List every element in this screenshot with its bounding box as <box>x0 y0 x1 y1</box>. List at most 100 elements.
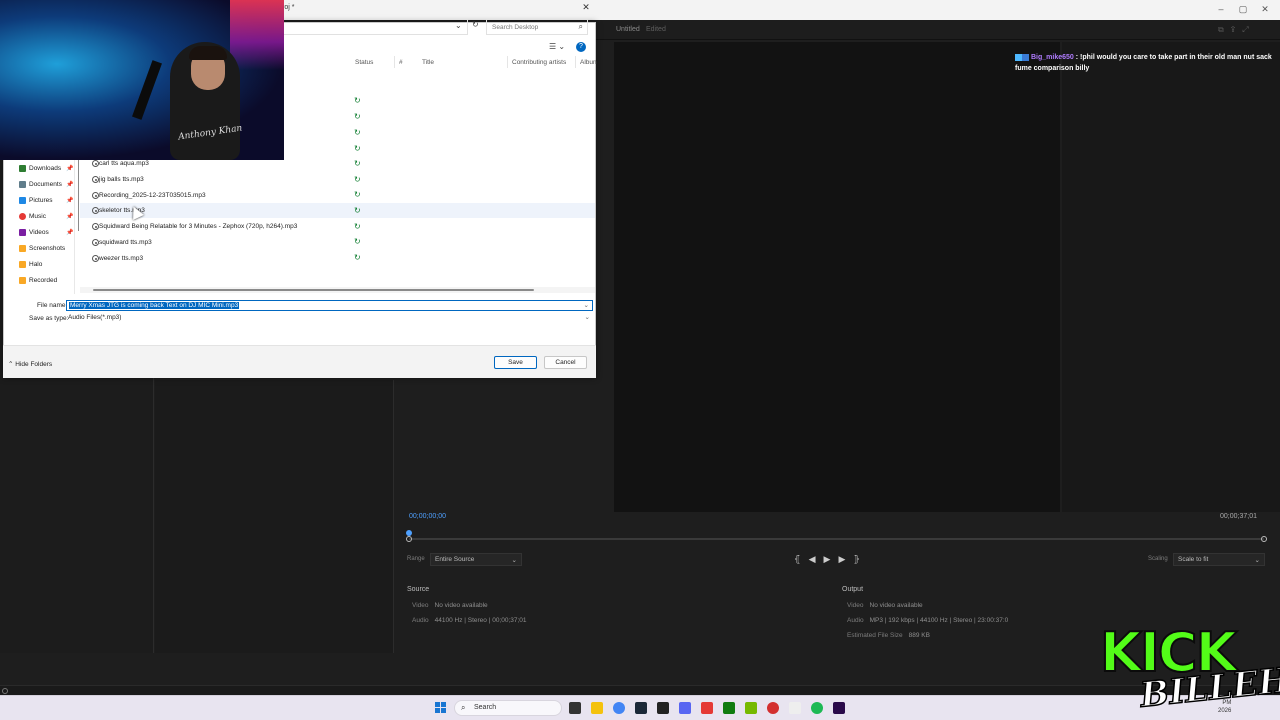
steam-icon[interactable] <box>635 702 647 714</box>
nav-item-label: Pictures <box>29 197 53 204</box>
app-red-icon[interactable] <box>701 702 713 714</box>
scaling-label: Scaling <box>1148 556 1168 562</box>
output-audio-value: MP3 | 192 kbps | 44100 Hz | Stereo | 23:… <box>869 617 1009 624</box>
file-name: jig balls tts.mp3 <box>99 176 144 183</box>
taskbar-search-label: Search <box>474 704 497 711</box>
save-type-select[interactable]: Audio Files(*.mp3) ⌄ <box>66 313 593 324</box>
nav-item-music[interactable]: Music <box>18 213 46 220</box>
help-icon[interactable]: ? <box>576 42 586 52</box>
chrome-icon[interactable] <box>613 702 625 714</box>
pin-icon[interactable]: 📌 <box>66 165 73 172</box>
audio-file-icon <box>92 160 99 167</box>
hide-folders-label: Hide Folders <box>15 361 53 368</box>
nav-item-documents[interactable]: Documents <box>18 181 62 188</box>
sync-status-icon: ↻ <box>354 222 361 231</box>
cancel-button[interactable]: Cancel <box>544 356 587 369</box>
mark-in-icon[interactable]: ⦃ <box>794 554 809 564</box>
audio-file-icon <box>92 255 99 262</box>
horizontal-scrollbar[interactable] <box>93 289 534 291</box>
chevron-down-icon[interactable]: ⌄ <box>584 301 589 309</box>
nvidia-icon[interactable] <box>745 702 757 714</box>
app-light-icon[interactable] <box>789 702 801 714</box>
windows-start-icon[interactable] <box>435 702 446 713</box>
scrub-track[interactable] <box>409 538 1264 540</box>
column-divider[interactable] <box>575 56 576 68</box>
range-dropdown[interactable]: Entire Source ⌄ <box>430 553 522 566</box>
hide-folders-toggle[interactable]: ⌃ Hide Folders <box>8 360 52 368</box>
nav-item-pictures[interactable]: Pictures <box>18 197 52 204</box>
nav-item-recorded[interactable]: Recorded <box>18 277 57 284</box>
column-title[interactable]: Title <box>422 59 434 66</box>
file-name: squidward tts.mp3 <box>99 239 152 246</box>
output-audio-row: Audio MP3 | 192 kbps | 44100 Hz | Stereo … <box>847 617 1008 624</box>
nav-item-label: Downloads <box>29 165 62 172</box>
task-view-icon[interactable] <box>569 702 581 714</box>
step-forward-icon[interactable]: ▶ <box>838 554 853 564</box>
file-name: carl tts aqua.mp3 <box>99 160 149 167</box>
nav-item-videos[interactable]: Videos <box>18 229 49 236</box>
maximize-icon[interactable]: ▢ <box>1232 2 1254 16</box>
pin-icon[interactable]: 📌 <box>66 181 73 188</box>
timecode-start[interactable]: 00;00;00;00 <box>409 513 446 520</box>
app-icon[interactable] <box>657 702 669 714</box>
file-row[interactable]: weezer tts.mp3 <box>80 251 595 266</box>
step-back-icon[interactable]: ◀ <box>809 554 824 564</box>
obs-icon[interactable] <box>767 702 779 714</box>
column-number[interactable]: # <box>399 59 403 66</box>
webcam-overlay: Anthony Khan <box>0 0 284 160</box>
out-point-handle[interactable] <box>1261 536 1267 542</box>
scaling-dropdown[interactable]: Scale to fit ⌄ <box>1173 553 1265 566</box>
videos-icon <box>19 229 26 236</box>
play-icon[interactable]: ▶ <box>824 554 839 564</box>
transport-controls[interactable]: ⦃◀▶▶⦄ <box>794 554 868 565</box>
column-album[interactable]: Albun <box>580 59 597 66</box>
column-contributing-artists[interactable]: Contributing artists <box>512 59 566 66</box>
pin-icon[interactable]: 📌 <box>66 213 73 220</box>
column-divider[interactable] <box>507 56 508 68</box>
search-input[interactable]: Search Desktop ⌕ <box>486 19 588 35</box>
audio-file-icon <box>92 239 99 246</box>
chevron-down-icon[interactable]: ⌄ <box>455 21 462 30</box>
address-bar[interactable] <box>281 19 468 35</box>
view-options-icon[interactable]: ☰ ⌄ <box>549 42 565 51</box>
sync-status-icon: ↻ <box>354 253 361 262</box>
document-name[interactable]: Untitled <box>616 26 640 33</box>
file-explorer-icon[interactable] <box>591 702 603 714</box>
media-encoder-icon[interactable] <box>833 702 845 714</box>
dialog-close-icon[interactable]: ✕ <box>580 2 592 14</box>
xbox-icon[interactable] <box>723 702 735 714</box>
file-row[interactable]: Squidward Being Relatable for 3 Minutes … <box>80 219 595 234</box>
minimize-icon[interactable]: – <box>1210 2 1232 16</box>
in-point-handle[interactable] <box>406 536 412 542</box>
discord-icon[interactable] <box>679 702 691 714</box>
pin-icon[interactable]: 📌 <box>66 229 73 236</box>
file-row[interactable]: skeletor tts.mp3 <box>80 203 595 218</box>
source-audio-row: Audio 44100 Hz | Stereo | 00;00;37;01 <box>412 617 527 624</box>
tray-date: 2026 <box>1218 708 1232 714</box>
nav-item-halo[interactable]: Halo <box>18 261 42 268</box>
pin-icon[interactable]: 📌 <box>66 197 73 204</box>
document-status: Edited <box>646 26 666 33</box>
source-video-row: Video No video available <box>412 602 488 609</box>
output-video-label: Video <box>847 602 864 609</box>
save-button[interactable]: Save <box>494 356 537 369</box>
refresh-icon[interactable]: ↻ <box>472 20 479 29</box>
column-divider[interactable] <box>394 56 395 68</box>
file-row[interactable]: jig balls tts.mp3 <box>80 172 595 187</box>
taskbar-search[interactable]: ⌕ Search <box>454 700 562 716</box>
column-status[interactable]: Status <box>355 59 373 66</box>
mark-out-icon[interactable]: ⦄ <box>853 554 868 564</box>
file-name-input[interactable]: Merry Xmas JTG is coming back Text on DJ… <box>66 300 593 311</box>
nav-item-screenshots[interactable]: Screenshots <box>18 245 65 252</box>
file-row[interactable]: squidward tts.mp3 <box>80 235 595 250</box>
source-audio-label: Audio <box>412 617 429 624</box>
file-row[interactable]: Recording_2025-12-23T035015.mp3 <box>80 188 595 203</box>
close-window-icon[interactable]: ✕ <box>1254 2 1276 16</box>
nav-item-downloads[interactable]: Downloads <box>18 165 61 172</box>
header-icons[interactable]: ⧉⇪⤢ <box>1218 25 1256 35</box>
sync-status-icon: ↻ <box>354 96 361 105</box>
nav-item-label: Videos <box>29 229 49 236</box>
output-heading: Output <box>842 586 864 593</box>
file-name: Squidward Being Relatable for 3 Minutes … <box>99 223 298 230</box>
spotify-icon[interactable] <box>811 702 823 714</box>
